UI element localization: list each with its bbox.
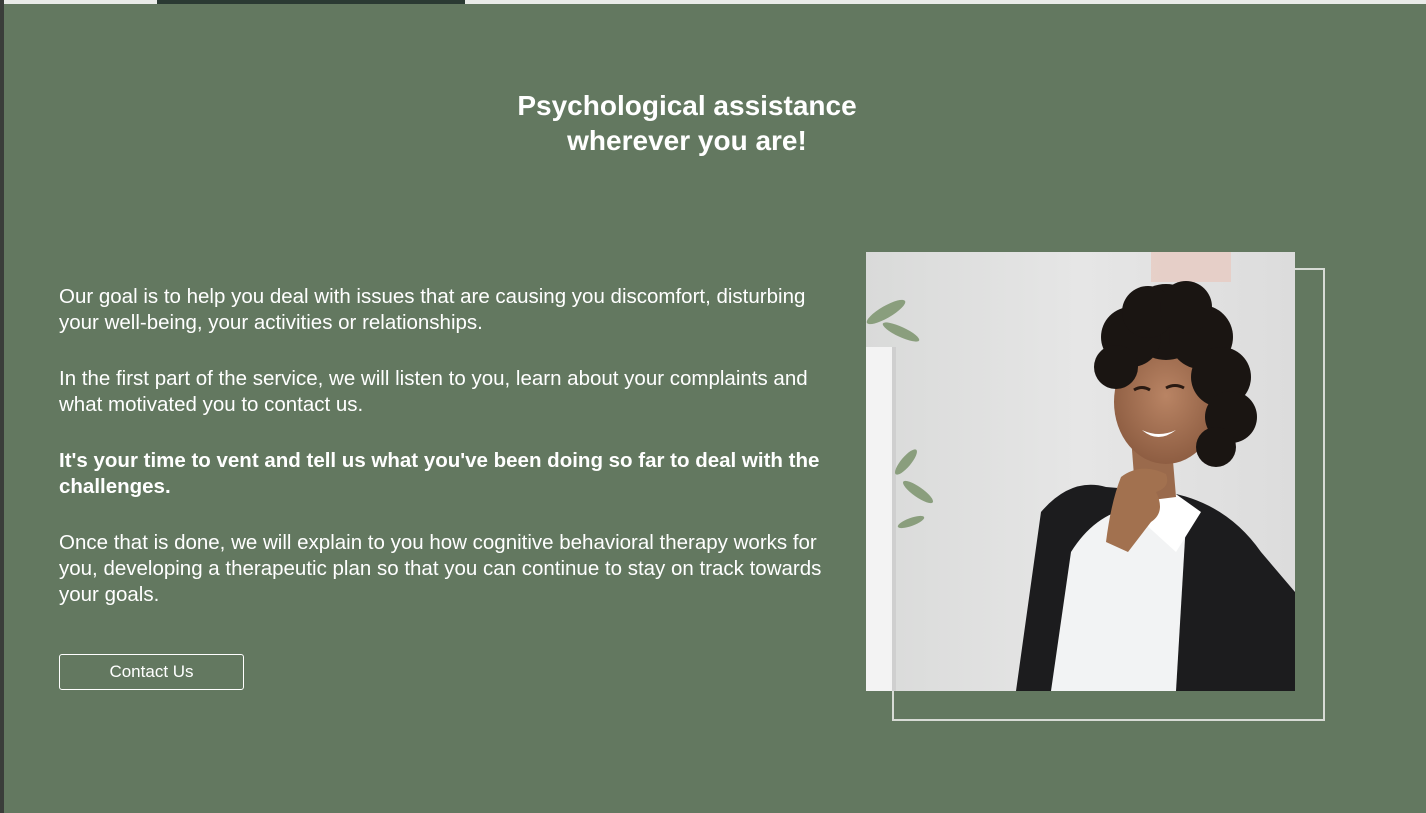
section-title-line-1: Psychological assistance (517, 90, 857, 121)
therapist-photo (866, 252, 1295, 691)
paragraph-first-part: In the first part of the service, we wil… (59, 367, 808, 416)
previous-section-image-edge (157, 0, 465, 4)
paragraph-vent: It's your time to vent and tell us what … (59, 449, 820, 498)
paragraph-cbt-plan: Once that is done, we will explain to yo… (59, 531, 822, 606)
description-text: Our goal is to help you deal with issues… (59, 284, 829, 638)
section-title-line-2: wherever you are! (567, 125, 807, 156)
section-title: Psychological assistance wherever you ar… (0, 88, 1374, 158)
contact-us-button[interactable]: Contact Us (59, 654, 244, 690)
top-strip (0, 0, 1426, 4)
paragraph-goal: Our goal is to help you deal with issues… (59, 285, 806, 334)
